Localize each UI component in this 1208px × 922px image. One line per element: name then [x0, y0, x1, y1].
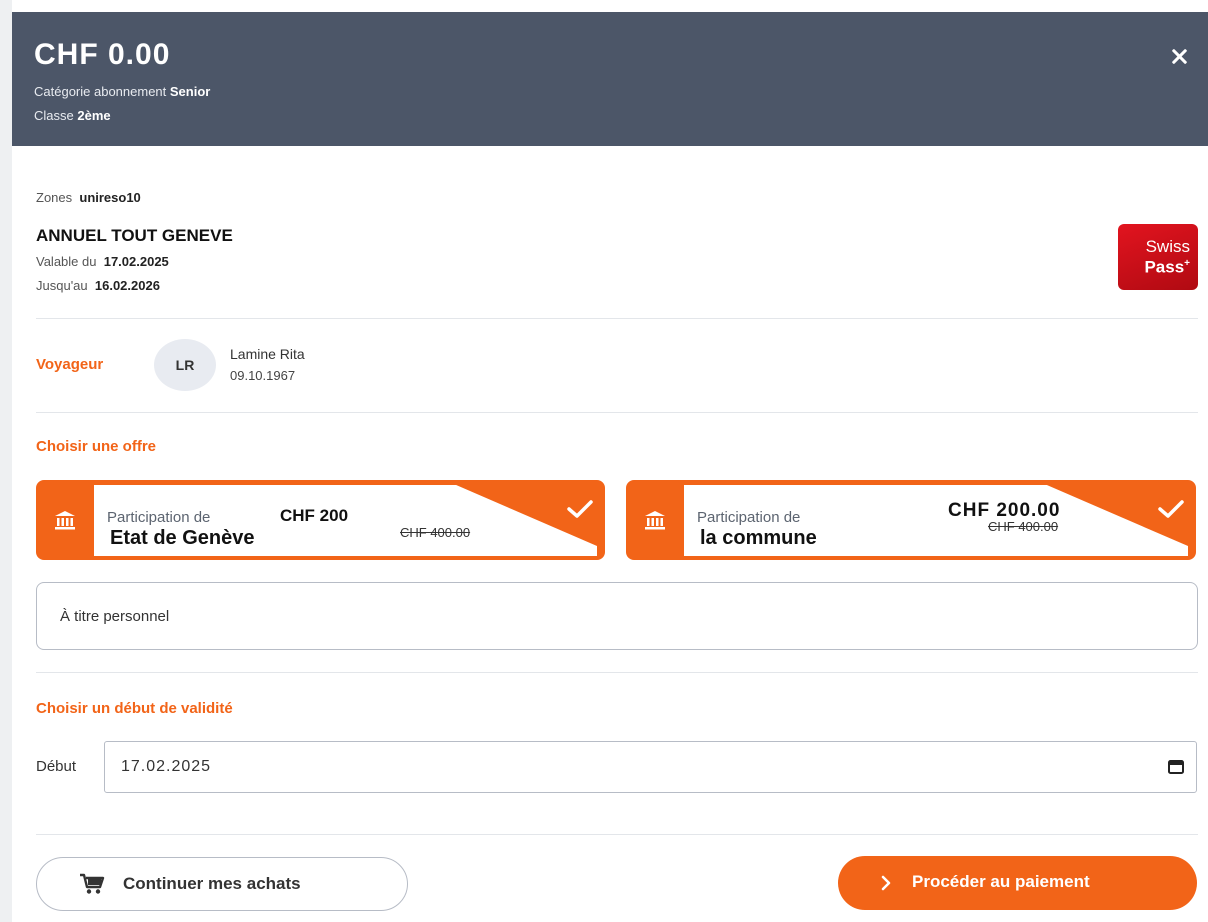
chevron-right-icon: [881, 875, 891, 891]
swisspass-logo: Swiss Pass+: [1118, 224, 1198, 290]
offers-section-title: Choisir une offre: [36, 438, 157, 455]
category-line: Catégorie abonnement Senior: [34, 84, 210, 99]
divider: [36, 672, 1198, 673]
swisspass-logo-line2: Pass+: [1144, 257, 1190, 277]
calendar-icon[interactable]: [1168, 759, 1184, 774]
subscription-panel: CHF 0.00 Catégorie abonnement Senior Cla…: [12, 12, 1208, 922]
offer-old-price: CHF 400.00: [400, 525, 471, 540]
offer-card-body: Participation de CHF 200.00 CHF 400.00 l…: [684, 485, 1188, 556]
personal-option[interactable]: À titre personnel: [36, 582, 1198, 650]
check-icon: [567, 500, 593, 518]
offer-entity: Etat de Genève: [110, 527, 255, 549]
divider: [36, 318, 1198, 319]
start-date-input[interactable]: [105, 742, 1145, 791]
offer-label: Participation de: [697, 509, 801, 526]
class-label: Classe: [34, 108, 74, 123]
offer-old-price: CHF 400.00: [988, 519, 1059, 534]
offer-price: CHF 200: [280, 506, 349, 525]
traveler-label: Voyageur: [36, 356, 104, 373]
valid-from-label: Valable du: [36, 254, 97, 269]
traveler-birthdate: 09.10.1967: [230, 368, 296, 383]
traveler-name: Lamine Rita: [230, 346, 305, 362]
personal-option-label: À titre personnel: [60, 608, 170, 625]
continue-shopping-button[interactable]: Continuer mes achats: [36, 857, 408, 911]
class-line: Classe 2ème: [34, 108, 111, 123]
total-amount: CHF 0.00: [34, 38, 171, 71]
close-icon[interactable]: [1164, 42, 1194, 72]
start-date-label: Début: [36, 758, 77, 775]
bank-icon: [626, 480, 684, 560]
category-value: Senior: [169, 84, 211, 99]
proceed-payment-button[interactable]: Procéder au paiement: [838, 856, 1197, 910]
offer-card-etat[interactable]: Participation de CHF 200 Etat de Genève …: [36, 480, 605, 560]
offer-label: Participation de: [107, 509, 211, 526]
class-value: 2ème: [77, 108, 111, 123]
zones-line: Zones unireso10: [36, 190, 141, 205]
valid-to-label: Jusqu'au: [36, 278, 88, 293]
valid-from-value: 17.02.2025: [103, 254, 169, 269]
category-label: Catégorie abonnement: [34, 84, 167, 99]
avatar: LR: [154, 339, 216, 391]
cart-icon: [80, 873, 105, 894]
start-date-field[interactable]: [104, 741, 1197, 793]
swisspass-logo-line1: Swiss: [1145, 237, 1190, 256]
valid-from-line: Valable du 17.02.2025: [36, 254, 169, 269]
valid-to-line: Jusqu'au 16.02.2026: [36, 278, 160, 293]
check-icon: [1158, 500, 1184, 518]
proceed-payment-label: Procéder au paiement: [912, 872, 1090, 891]
page-edge: [0, 0, 12, 922]
zones-label: Zones: [36, 190, 73, 205]
bank-icon: [36, 480, 94, 560]
offer-card-commune[interactable]: Participation de CHF 200.00 CHF 400.00 l…: [626, 480, 1196, 560]
divider: [36, 834, 1198, 835]
offer-entity: la commune: [700, 527, 817, 549]
valid-to-value: 16.02.2026: [94, 278, 160, 293]
panel-header: CHF 0.00 Catégorie abonnement Senior Cla…: [12, 12, 1208, 146]
divider: [36, 412, 1198, 413]
product-title: ANNUEL TOUT GENEVE: [36, 226, 233, 245]
zones-value: unireso10: [79, 190, 141, 205]
offer-card-body: Participation de CHF 200 Etat de Genève …: [94, 485, 597, 556]
validity-section-title: Choisir un début de validité: [36, 700, 233, 717]
continue-shopping-label: Continuer mes achats: [123, 874, 301, 893]
